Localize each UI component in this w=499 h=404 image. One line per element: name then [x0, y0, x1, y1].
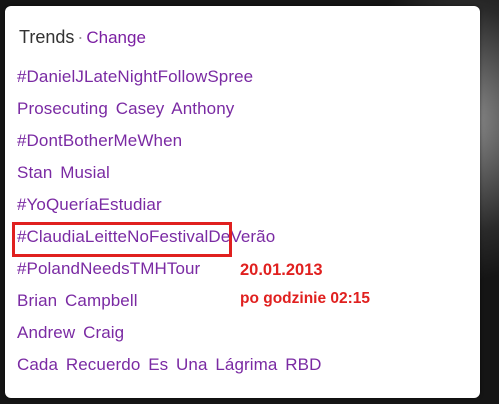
trend-item[interactable]: #DanielJLateNightFollowSpree [17, 61, 322, 93]
trend-item[interactable]: Stan Musial [17, 157, 322, 189]
annotation-time: po godzinie 02:15 [240, 290, 371, 307]
screenshot: Trends · Change #DanielJLateNightFollowSpr… [0, 0, 499, 404]
change-link[interactable]: Change [86, 28, 146, 47]
trends-title: Trends [19, 27, 75, 47]
trend-item[interactable]: #YoQueríaEstudiar [17, 189, 322, 221]
trend-item[interactable]: Cada Recuerdo Es Una Lágrima RBD [17, 349, 322, 381]
annotation-date: 20.01.2013 [240, 261, 323, 279]
trend-item[interactable]: #DontBotherMeWhen [17, 125, 322, 157]
trend-item[interactable]: Andrew Craig [17, 317, 322, 349]
trends-list: #DanielJLateNightFollowSpree Prosecuting… [17, 61, 322, 381]
title-separator: · [77, 27, 84, 47]
trends-header: Trends · Change [19, 26, 146, 49]
trend-item[interactable]: Prosecuting Casey Anthony [17, 93, 322, 125]
highlight-box [12, 222, 232, 257]
